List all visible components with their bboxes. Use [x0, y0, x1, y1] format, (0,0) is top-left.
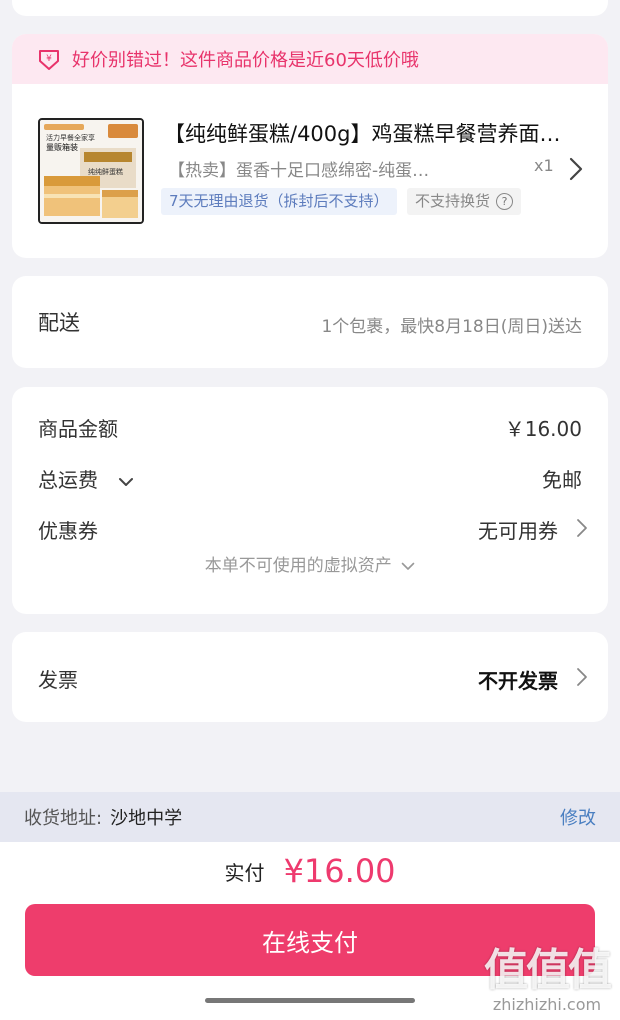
goods-amount-label: 商品金额: [38, 417, 118, 441]
total-label: 实付: [224, 860, 265, 885]
product-thumbnail[interactable]: 活力早餐全家享 量贩箱装 纯纯鲜蛋糕: [38, 118, 144, 224]
coupon-label: 优惠券: [38, 519, 98, 543]
shipping-label: 总运费: [38, 468, 98, 492]
thumb-box-text: 量贩箱装: [46, 142, 78, 152]
total-line: 实付 ¥16.00: [0, 852, 620, 890]
virtual-assets-note: 本单不可使用的虚拟资产: [204, 556, 392, 576]
product-row[interactable]: 活力早餐全家享 量贩箱装 纯纯鲜蛋糕 【纯纯鲜蛋糕/400g】鸡蛋糕早餐营养面……: [12, 84, 608, 258]
chevron-right-icon[interactable]: [576, 667, 588, 687]
delivery-estimate: 1个包裹，最快8月18日(周日)送达: [321, 317, 582, 337]
delivery-card[interactable]: 配送 1个包裹，最快8月18日(周日)送达: [12, 276, 608, 368]
chevron-right-icon[interactable]: [568, 156, 584, 182]
svg-text:¥: ¥: [46, 54, 52, 64]
product-card: ¥ 好价别错过！这件商品价格是近60天低价哦 活力早餐全家享 量贩箱装 纯纯鲜蛋…: [12, 34, 608, 258]
previous-card: [12, 0, 608, 16]
watermark-logo: 值值值: [484, 945, 612, 996]
exchange-policy-label: 不支持换货: [415, 192, 491, 210]
invoice-card[interactable]: 发票 不开发票: [12, 632, 608, 722]
chevron-down-icon[interactable]: [118, 477, 134, 487]
invoice-label: 发票: [38, 668, 78, 692]
address-value: 沙地中学: [110, 808, 183, 829]
chevron-down-icon: [401, 562, 415, 570]
home-indicator[interactable]: [205, 998, 415, 1003]
order-amount-card: 商品金额 ￥16.00 总运费 免邮 优惠券 无可用券 本单不可使用的虚拟资产: [12, 387, 608, 614]
chevron-right-icon[interactable]: [576, 518, 588, 538]
goods-amount-value: ￥16.00: [504, 417, 582, 441]
product-title[interactable]: 【纯纯鲜蛋糕/400g】鸡蛋糕早餐营养面…: [164, 118, 574, 148]
invoice-value: 不开发票: [478, 669, 558, 693]
exchange-policy-tag[interactable]: 不支持换货 ?: [407, 188, 522, 215]
product-quantity: x1: [534, 156, 554, 175]
virtual-assets-toggle[interactable]: 本单不可使用的虚拟资产: [12, 551, 608, 576]
delivery-label: 配送: [38, 311, 80, 335]
thumb-brand-text: 活力早餐全家享: [46, 133, 95, 142]
address-label: 收货地址:: [24, 808, 103, 829]
coupon-value[interactable]: 无可用券: [478, 515, 558, 544]
shipping-value: 免邮: [542, 468, 582, 492]
edit-address-link[interactable]: 修改: [560, 804, 596, 830]
shipping-address-bar: 收货地址: 沙地中学 修改: [0, 792, 620, 842]
return-policy-tag: 7天无理由退货（拆封后不支持）: [161, 188, 397, 215]
shipping-toggle[interactable]: 总运费: [38, 464, 134, 493]
product-subtitle: 【热卖】蛋香十足口感绵密-纯蛋…: [168, 161, 430, 181]
watermark-url: zhizhizhi.com: [492, 995, 602, 1014]
site-watermark: 值值值 zhizhizhi.com: [484, 945, 612, 1015]
promo-banner: ¥ 好价别错过！这件商品价格是近60天低价哦: [12, 34, 608, 84]
help-icon[interactable]: ?: [496, 193, 514, 210]
promo-text: 好价别错过！这件商品价格是近60天低价哦: [72, 50, 419, 71]
thumb-flavor-text: 纯纯鲜蛋糕: [88, 167, 123, 176]
total-amount: ¥16.00: [283, 852, 396, 890]
price-tag-icon: ¥: [39, 50, 59, 70]
